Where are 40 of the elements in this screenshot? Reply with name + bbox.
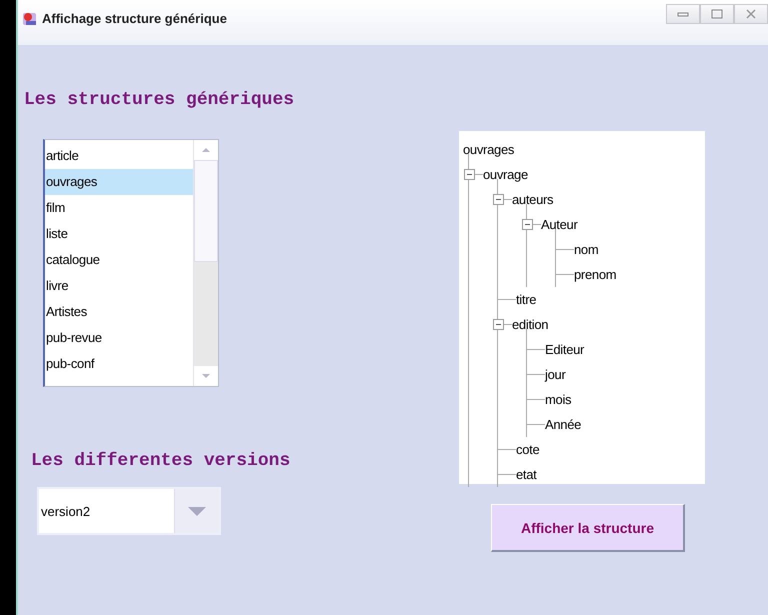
window-title: Affichage structure générique (42, 11, 227, 26)
maximize-button[interactable] (700, 4, 734, 24)
tree-node[interactable]: prenom (574, 267, 616, 282)
tree-node[interactable]: titre (516, 292, 536, 307)
app-icon (22, 10, 38, 26)
tree-node[interactable]: ouvrage (483, 167, 528, 182)
collapse-icon[interactable] (464, 169, 475, 180)
collapse-icon[interactable] (493, 194, 504, 205)
list-item[interactable]: pub-conf (45, 351, 193, 377)
tree-node[interactable]: Editeur (545, 342, 584, 357)
tree-node[interactable]: jour (545, 367, 566, 382)
tree-node[interactable]: edition (512, 317, 548, 332)
close-icon[interactable] (744, 9, 758, 19)
list-item[interactable]: ouvrages (45, 169, 193, 195)
list-item[interactable]: catalogue (45, 247, 193, 273)
tree-node[interactable]: auteurs (512, 192, 554, 207)
list-item[interactable]: Artistes (45, 299, 193, 325)
structure-list[interactable]: article ouvrages film liste catalogue livre Artistes pub-revue pub-conf (43, 139, 219, 387)
maximize-icon[interactable] (710, 9, 724, 19)
tree-node[interactable]: mois (545, 392, 572, 407)
version-dropdown[interactable]: version2 (37, 487, 221, 535)
close-button[interactable] (734, 4, 768, 24)
minimize-button[interactable] (666, 4, 700, 24)
tree-node[interactable]: ouvrages (463, 142, 514, 157)
tree-node[interactable]: Auteur (541, 217, 578, 232)
scrollbar[interactable] (193, 140, 218, 386)
tree-node[interactable]: Année (545, 417, 582, 432)
list-item[interactable]: film (45, 195, 193, 221)
collapse-icon[interactable] (522, 219, 533, 230)
list-item[interactable]: livre (45, 273, 193, 299)
tree-node[interactable]: nom (574, 242, 598, 257)
show-structure-button[interactable]: Afficher la structure (491, 504, 685, 552)
list-item[interactable]: article (45, 143, 193, 169)
tree-node[interactable]: etat (516, 467, 536, 482)
list-item[interactable]: liste (45, 221, 193, 247)
tree-node[interactable]: cote (516, 442, 540, 457)
collapse-icon[interactable] (493, 319, 504, 330)
section-heading: Les structures génériques (24, 90, 296, 112)
list-item[interactable]: pub-revue (45, 325, 193, 351)
section-heading: Les differentes versions (30, 451, 292, 473)
